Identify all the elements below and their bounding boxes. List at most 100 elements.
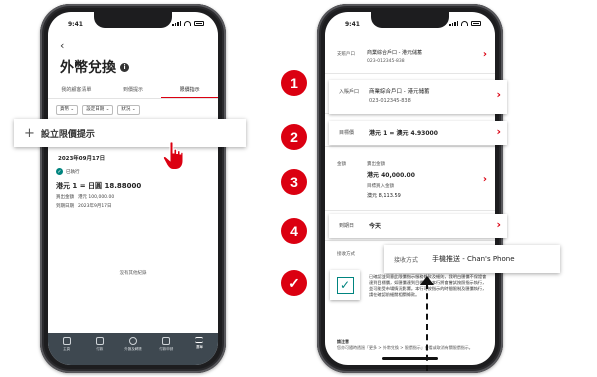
transfer-icon xyxy=(129,337,137,345)
tab-customer-list[interactable]: 我的顧客清單 xyxy=(48,83,105,98)
detail-key: 到期日期 xyxy=(56,204,74,209)
from-account-number: 023-012345-838 xyxy=(367,59,405,64)
status-icons xyxy=(449,21,481,26)
to-account-label: 入賬戶口 xyxy=(339,89,360,95)
menu-icon xyxy=(195,337,204,343)
wifi-icon xyxy=(461,21,468,26)
to-account-highlight[interactable]: 入賬戶口 商業綜合戶口 - 港元儲蓄 023-012345-838 › xyxy=(329,80,507,114)
filter-row: 貨幣 ⌄ 設定日期 ⌄ 狀況 ⌄ xyxy=(56,105,140,115)
from-account-label: 支賬戶口 xyxy=(337,52,355,57)
chevron-right-icon: › xyxy=(482,174,487,185)
target-rate-label: 目標價 xyxy=(339,130,355,136)
info-icon[interactable]: i xyxy=(120,62,129,72)
tab-limit-order[interactable]: 限價指示 xyxy=(161,83,218,98)
from-account-name: 商業綜合戶口 - 港元儲蓄 xyxy=(367,50,422,56)
signal-icon xyxy=(172,21,181,26)
nav-label: 付款 xyxy=(96,347,104,351)
step-2-badge: 2 xyxy=(281,124,307,150)
detail-value: 港元 100,000.00 xyxy=(78,195,115,200)
receive-method-label: 接收方式 xyxy=(337,252,355,257)
dashed-arrow-line xyxy=(426,283,428,371)
fx-alerts-screen: 9:41 ‹ 外幣兌換 i 我的顧客清單 到價提示 限價指示 貨幣 ⌄ 設定日期… xyxy=(48,12,218,365)
step-3-badge: 3 xyxy=(281,169,307,195)
nav-label: 外匯及轉賬 xyxy=(124,347,142,351)
sell-amount-value: 港元 40,000.00 xyxy=(367,172,415,179)
nav-menu[interactable]: 選單 xyxy=(183,337,216,365)
detail-row: 買出金額 港元 100,000.00 xyxy=(56,194,210,200)
back-button[interactable]: ‹ xyxy=(60,39,64,52)
section-date: 2023年09月17日 xyxy=(58,156,106,162)
nav-label: 付款申請 xyxy=(159,347,174,351)
phone-frame-right: 9:41 支賬戶口 商業綜合戶口 - 港元儲蓄 023-012345-838 ›… xyxy=(317,4,503,373)
home-indicator xyxy=(382,357,438,360)
sell-amount-label: 賣出金額 xyxy=(367,162,385,167)
step-confirm-badge: ✓ xyxy=(281,270,307,296)
detail-row: 到期日期 2023年9月17日 xyxy=(56,203,210,209)
date-filter[interactable]: 設定日期 ⌄ xyxy=(82,105,114,115)
phone-frame-left: 9:41 ‹ 外幣兌換 i 我的顧客清單 到價提示 限價指示 貨幣 ⌄ 設定日期… xyxy=(40,4,226,373)
status-icons xyxy=(172,21,204,26)
from-account-row[interactable]: 支賬戶口 商業綜合戶口 - 港元儲蓄 023-012345-838 › xyxy=(325,42,495,74)
target-rate-value: 港元 1 = 澳元 4.93000 xyxy=(369,130,438,137)
battery-icon xyxy=(194,21,204,26)
nav-label: 主頁 xyxy=(63,347,71,351)
bottom-nav: 主頁 付款 外匯及轉賬 付款申請 選單 xyxy=(48,333,218,365)
status-label: 已執行 xyxy=(66,169,80,175)
limit-order-form-screen: 9:41 支賬戶口 商業綜合戶口 - 港元儲蓄 023-012345-838 ›… xyxy=(325,12,495,365)
status-time: 9:41 xyxy=(68,21,83,28)
amount-row[interactable]: 金額 賣出金額 港元 40,000.00 目標買入金額 澳元 8,113.59 … xyxy=(325,153,495,211)
receive-method-value: 手機推送 - Chan's Phone xyxy=(432,255,515,263)
chevron-right-icon: › xyxy=(496,218,501,231)
limit-order-card[interactable]: ✓ 已執行 港元 1 = 日圓 18.88000 買出金額 港元 100,000… xyxy=(56,168,210,246)
plus-icon: + xyxy=(24,125,35,141)
currency-filter[interactable]: 貨幣 ⌄ xyxy=(56,105,79,115)
chevron-right-icon: › xyxy=(482,49,487,60)
target-rate-highlight[interactable]: 目標價 港元 1 = 澳元 4.93000 › xyxy=(329,121,507,145)
nav-transfer[interactable]: 外匯及轉賬 xyxy=(116,337,149,365)
buy-amount-label: 目標買入金額 xyxy=(367,184,394,189)
set-limit-order-button[interactable]: + 設立限價提示 xyxy=(14,119,246,147)
nav-home[interactable]: 主頁 xyxy=(50,337,83,365)
chevron-right-icon: › xyxy=(496,125,501,138)
expiry-highlight[interactable]: 到期日 今天 › xyxy=(329,214,507,238)
signal-icon xyxy=(449,21,458,26)
check-circle-icon: ✓ xyxy=(56,168,63,175)
page-title: 外幣兌換 i xyxy=(60,57,129,77)
receive-method-selector[interactable]: 接收方式 手機推送 - Chan's Phone xyxy=(384,245,560,273)
wifi-icon xyxy=(184,21,191,26)
detail-value: 2023年9月17日 xyxy=(78,204,112,209)
step-4-badge: 4 xyxy=(281,218,307,244)
set-limit-order-label: 設立限價提示 xyxy=(40,129,95,140)
status-row: ✓ 已執行 xyxy=(56,168,210,175)
hand-pointer-icon xyxy=(162,141,184,170)
chevron-right-icon: › xyxy=(496,88,501,101)
status-time: 9:41 xyxy=(345,21,360,28)
home-icon xyxy=(62,337,71,345)
note-section: 請注意 您亦可隨時透過「更多 > 外幣兌換 > 限價指示」查看或取消有關限價指示… xyxy=(337,339,487,351)
to-account-name: 商業綜合戶口 - 港元儲蓄 xyxy=(369,89,430,95)
nav-payments[interactable]: 付款 xyxy=(83,337,116,365)
receive-method-label: 接收方式 xyxy=(394,256,419,264)
requests-icon xyxy=(162,337,171,345)
note-text: 您亦可隨時透過「更多 > 外幣兌換 > 限價指示」查看或取消有關限價指示。 xyxy=(337,345,473,350)
status-filter[interactable]: 狀況 ⌄ xyxy=(117,105,140,115)
rate-value: 港元 1 = 日圓 18.88000 xyxy=(56,182,142,190)
step-1-badge: 1 xyxy=(281,70,307,96)
phone-notch xyxy=(94,12,172,28)
payments-icon xyxy=(95,337,104,345)
tab-rate-alert[interactable]: 到價提示 xyxy=(105,83,162,98)
terms-checkbox-highlight: ✓ xyxy=(330,270,360,300)
expiry-value: 今天 xyxy=(369,223,382,230)
buy-amount-value: 澳元 8,113.59 xyxy=(367,193,401,199)
to-account-number: 023-012345-838 xyxy=(369,98,411,104)
nav-label: 選單 xyxy=(195,345,203,349)
detail-key: 買出金額 xyxy=(56,195,74,200)
battery-icon xyxy=(471,21,481,26)
terms-checkbox[interactable]: ✓ xyxy=(336,276,354,294)
amount-label: 金額 xyxy=(337,162,346,167)
phone-notch xyxy=(371,12,449,28)
page-title-text: 外幣兌換 xyxy=(60,60,116,76)
nav-requests[interactable]: 付款申請 xyxy=(150,337,183,365)
tab-bar: 我的顧客清單 到價提示 限價指示 xyxy=(48,83,218,99)
no-more-records: 沒有其他紀錄 xyxy=(119,271,147,276)
